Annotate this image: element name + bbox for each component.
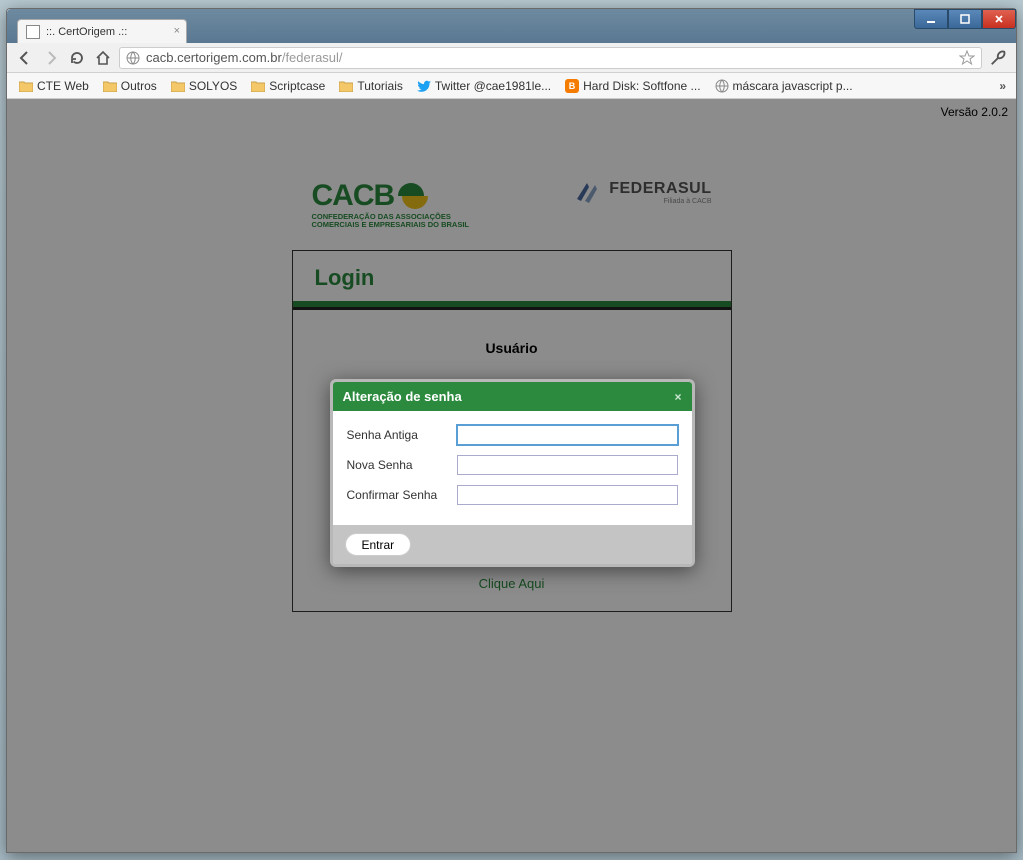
bookmark-item[interactable]: Tutoriais — [333, 76, 409, 96]
bookmark-label: Scriptcase — [269, 79, 325, 93]
nav-reload-icon[interactable] — [67, 48, 87, 68]
url-text: cacb.certorigem.com.br/federasul/ — [146, 50, 953, 65]
bookmarks-overflow-icon[interactable]: » — [995, 79, 1010, 93]
browser-window: ::. CertOrigem .:: × — [6, 8, 1017, 853]
bookmarks-bar: CTE Web Outros SOLYOS Scriptcase Tutoriais Tw… — [7, 73, 1016, 99]
folder-icon — [251, 80, 265, 92]
page-viewport: Versão 2.0.2 CACB CONFEDERAÇÃO DAS ASSOC… — [7, 99, 1016, 852]
window-controls — [914, 9, 1016, 29]
window-minimize-button[interactable] — [914, 9, 948, 29]
browser-tab[interactable]: ::. CertOrigem .:: × — [17, 19, 187, 43]
twitter-icon — [417, 79, 431, 93]
bookmark-label: CTE Web — [37, 79, 89, 93]
confirm-password-label: Confirmar Senha — [347, 488, 447, 502]
modal-close-icon[interactable]: × — [674, 390, 681, 404]
globe-icon — [126, 51, 140, 65]
bookmark-item[interactable]: Outros — [97, 76, 163, 96]
globe-icon — [715, 79, 729, 93]
address-bar: cacb.certorigem.com.br/federasul/ — [7, 43, 1016, 73]
bookmark-label: Twitter @cae1981le... — [435, 79, 551, 93]
svg-text:B: B — [569, 81, 576, 91]
confirm-password-input[interactable] — [457, 485, 678, 505]
version-label: Versão 2.0.2 — [941, 105, 1008, 119]
bookmark-item[interactable]: Twitter @cae1981le... — [411, 76, 557, 96]
folder-icon — [19, 80, 33, 92]
blogger-icon: B — [565, 79, 579, 93]
window-close-button[interactable] — [982, 9, 1016, 29]
bookmark-label: máscara javascript p... — [733, 79, 853, 93]
window-maximize-button[interactable] — [948, 9, 982, 29]
modal-title: Alteração de senha — [343, 389, 462, 404]
bookmark-label: SOLYOS — [189, 79, 237, 93]
folder-icon — [171, 80, 185, 92]
tab-title: ::. CertOrigem .:: — [46, 26, 127, 38]
favicon-icon — [26, 25, 40, 39]
bookmark-item[interactable]: SOLYOS — [165, 76, 243, 96]
bookmark-item[interactable]: B Hard Disk: Softfone ... — [559, 76, 706, 96]
tab-close-icon[interactable]: × — [174, 25, 180, 37]
bookmark-item[interactable]: Scriptcase — [245, 76, 331, 96]
submit-button[interactable]: Entrar — [345, 533, 412, 556]
url-path: /federasul/ — [282, 50, 343, 65]
change-password-modal: Alteração de senha × Senha Antiga Nova S… — [330, 379, 695, 567]
url-input[interactable]: cacb.certorigem.com.br/federasul/ — [119, 47, 982, 69]
url-host: cacb.certorigem.com.br — [146, 50, 282, 65]
folder-icon — [339, 80, 353, 92]
new-password-input[interactable] — [457, 455, 678, 475]
nav-home-icon[interactable] — [93, 48, 113, 68]
bookmark-label: Outros — [121, 79, 157, 93]
new-password-label: Nova Senha — [347, 458, 447, 472]
old-password-label: Senha Antiga — [347, 428, 447, 442]
browser-titlebar: ::. CertOrigem .:: × — [7, 9, 1016, 43]
bookmark-label: Hard Disk: Softfone ... — [583, 79, 700, 93]
bookmark-label: Tutoriais — [357, 79, 403, 93]
bookmark-item[interactable]: CTE Web — [13, 76, 95, 96]
folder-icon — [103, 80, 117, 92]
old-password-input[interactable] — [457, 425, 678, 445]
nav-back-icon[interactable] — [15, 48, 35, 68]
bookmark-item[interactable]: máscara javascript p... — [709, 76, 859, 96]
nav-forward-icon — [41, 48, 61, 68]
bookmark-star-icon[interactable] — [959, 50, 975, 66]
settings-wrench-icon[interactable] — [988, 48, 1008, 68]
